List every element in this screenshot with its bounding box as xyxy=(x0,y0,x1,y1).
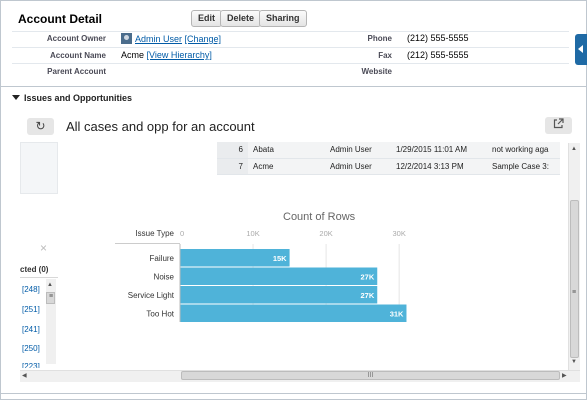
view-hierarchy-link[interactable]: [View Hierarchy] xyxy=(147,50,212,60)
dashboard-header: ↻ All cases and opp for an account xyxy=(25,117,575,137)
filter-header: cted (0) xyxy=(20,262,58,278)
y-axis-label: Issue Type xyxy=(135,229,174,238)
table-row[interactable]: 6 Abata Admin User 1/29/2015 11:01 AM no… xyxy=(217,142,560,159)
filter-item[interactable]: [241] xyxy=(22,325,40,334)
category-label: Too Hot xyxy=(146,309,174,318)
account-name-value: Acme [View Hierarchy] xyxy=(121,50,212,60)
filter-item[interactable]: [251] xyxy=(22,305,40,314)
section-divider xyxy=(0,86,587,87)
delete-button[interactable]: Delete xyxy=(220,10,262,27)
account-cell: Acme xyxy=(248,158,325,175)
bottom-divider xyxy=(0,393,587,394)
user-avatar-icon xyxy=(121,33,132,44)
collapse-triangle-icon[interactable] xyxy=(12,95,20,100)
x-tick-label: 10K xyxy=(246,229,259,238)
bar-chart: Issue Type 0 10K 20K 30K Failure 15K Noise 27K Se… xyxy=(115,229,407,322)
vertical-scroll-thumb[interactable] xyxy=(570,200,579,358)
scroll-right-icon[interactable]: ▶ xyxy=(562,372,567,379)
change-owner-link[interactable]: [Change] xyxy=(185,34,222,44)
scroll-up-icon[interactable]: ▲ xyxy=(47,282,53,288)
divider xyxy=(12,63,569,64)
account-detail-frame xyxy=(0,0,587,400)
subject-cell: Sample Case 3: xyxy=(487,158,560,175)
row-number: 7 xyxy=(217,158,248,175)
bar xyxy=(180,286,378,304)
grip-icon: ≡ xyxy=(49,293,54,300)
parent-account-label: Parent Account xyxy=(47,67,106,76)
owner-cell: Admin User xyxy=(325,142,391,159)
phone-value: (212) 555-5555 xyxy=(407,33,469,43)
category-label: Service Light xyxy=(128,291,175,300)
account-name-text: Acme xyxy=(121,50,145,60)
close-icon[interactable]: × xyxy=(40,241,47,255)
data-label: 31K xyxy=(390,309,404,318)
scroll-down-icon[interactable]: ▼ xyxy=(571,359,577,365)
page-title: Account Detail xyxy=(18,12,103,26)
edit-button[interactable]: Edit xyxy=(191,10,222,27)
account-name-label: Account Name xyxy=(49,51,106,60)
date-cell: 1/29/2015 11:01 AM xyxy=(391,142,487,159)
category-label: Noise xyxy=(154,272,175,281)
bar xyxy=(180,267,378,285)
account-owner-value: Admin User [Change] xyxy=(121,33,221,44)
owner-cell: Admin User xyxy=(325,158,391,175)
filter-item[interactable]: [223] xyxy=(22,362,40,368)
account-cell: Abata xyxy=(248,142,325,159)
subject-cell: not working aga xyxy=(487,142,560,159)
horizontal-scroll-thumb[interactable]: III xyxy=(181,371,560,380)
sidebar-toggle-tab[interactable] xyxy=(575,34,587,65)
external-link-icon[interactable] xyxy=(545,117,572,134)
account-owner-label: Account Owner xyxy=(46,34,106,43)
account-owner-link[interactable]: Admin User xyxy=(135,34,182,44)
grip-icon: ≡ xyxy=(572,289,577,296)
scroll-up-icon[interactable]: ▲ xyxy=(571,146,577,152)
bar xyxy=(180,304,407,322)
row-number: 6 xyxy=(217,142,248,159)
data-label: 27K xyxy=(360,291,374,300)
x-tick-label: 0 xyxy=(180,229,184,238)
data-label: 15K xyxy=(273,254,287,263)
table-row[interactable]: 7 Acme Admin User 12/2/2014 3:13 PM Samp… xyxy=(217,158,560,175)
fax-label: Fax xyxy=(378,51,392,60)
data-label: 27K xyxy=(360,272,374,281)
x-tick-label: 20K xyxy=(319,229,332,238)
section-title: Issues and Opportunities xyxy=(24,93,133,103)
sharing-button[interactable]: Sharing xyxy=(259,10,307,27)
filter-item[interactable]: [250] xyxy=(22,344,40,353)
refresh-icon[interactable]: ↻ xyxy=(27,118,54,135)
section-header[interactable]: Issues and Opportunities xyxy=(12,93,132,103)
category-label: Failure xyxy=(150,254,175,263)
phone-label: Phone xyxy=(367,34,392,43)
scroll-left-icon[interactable]: ◀ xyxy=(22,372,27,379)
report-placeholder xyxy=(20,142,58,194)
divider xyxy=(12,31,569,32)
x-tick-label: 30K xyxy=(392,229,405,238)
website-label: Website xyxy=(361,67,392,76)
divider xyxy=(12,47,569,48)
filter-item[interactable]: [248] xyxy=(22,285,40,294)
dashboard-title: All cases and opp for an account xyxy=(66,119,255,134)
date-cell: 12/2/2014 3:13 PM xyxy=(391,158,487,175)
fax-value: (212) 555-5555 xyxy=(407,50,469,60)
cases-table: 6 Abata Admin User 1/29/2015 11:01 AM no… xyxy=(217,142,560,175)
chart-title: Count of Rows xyxy=(283,211,356,223)
